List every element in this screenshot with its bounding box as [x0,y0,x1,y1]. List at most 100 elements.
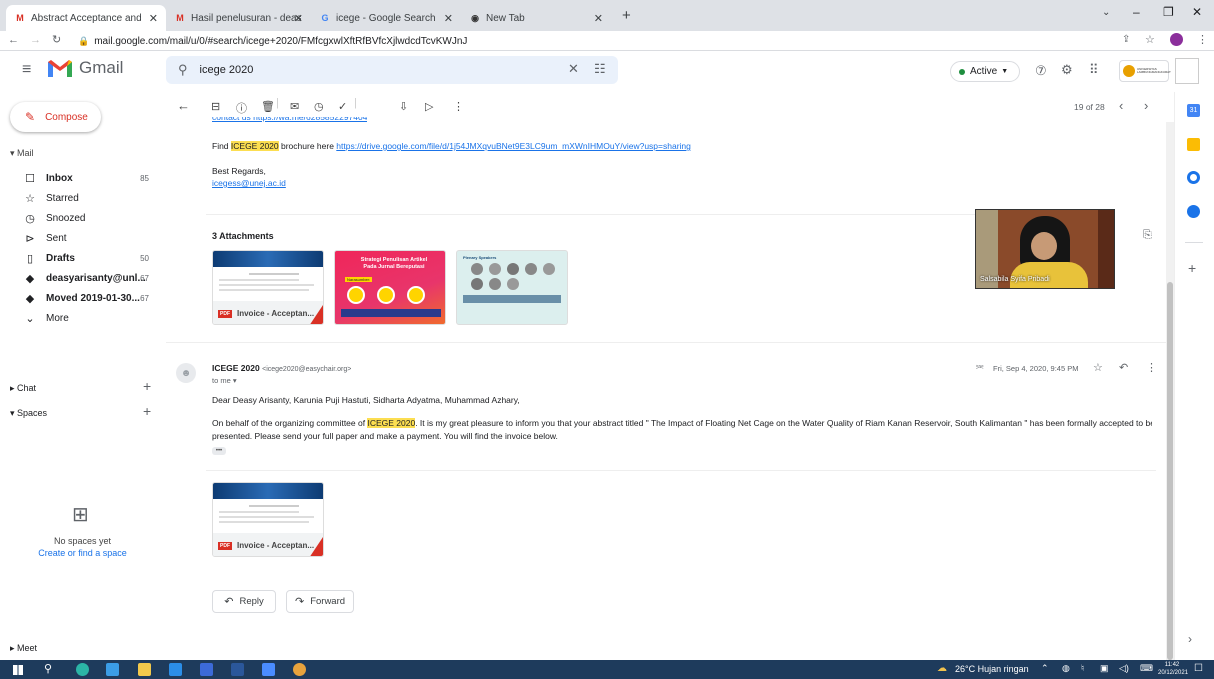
tab-search-icon[interactable]: ⌄ [1102,7,1110,18]
minimize-icon[interactable]: – [1133,5,1140,19]
mail-section-toggle[interactable]: ▾ Mail [10,148,34,159]
windows-start-icon[interactable] [13,665,23,675]
back-arrow-icon[interactable]: ← [177,98,190,113]
tasks-icon[interactable] [1187,171,1200,184]
org-logo[interactable]: UNIVERSITAS LAMBUNGMANGKURAT [1119,60,1171,82]
tab-new-tab[interactable]: ◉ New Tab ✕ [461,5,611,31]
sidebar-item-label-moved[interactable]: ◆ Moved 2019-01-30... 67 [0,288,165,308]
reload-icon[interactable]: ↻ [52,33,61,46]
mail-app-icon[interactable] [200,663,213,676]
weather-text[interactable]: 26°C Hujan ringan [955,664,1029,674]
settings-gear-icon[interactable]: ⚙ [1061,62,1073,78]
meet-section[interactable]: ▸ Meet [10,643,37,654]
close-tab-icon[interactable]: ✕ [149,12,158,25]
window-close-icon[interactable]: ✕ [1192,5,1202,19]
tab-abstract-acceptance[interactable]: M Abstract Acceptance and 2nd Pa ✕ [6,5,166,31]
brochure-link[interactable]: https://drive.google.com/file/d/1j54JMXq… [336,141,691,151]
volume-icon[interactable]: ◁) [1119,663,1129,674]
save-to-drive-icon[interactable]: ⎘ [1143,229,1152,242]
search-options-icon[interactable]: ☷ [594,61,606,77]
tab-google-search[interactable]: G icege - Google Search ✕ [311,5,461,31]
taskbar-search-icon[interactable]: ⚲ [44,662,52,675]
show-side-panel-icon[interactable]: › [1188,632,1192,646]
archive-icon[interactable]: ⊟ [211,100,220,113]
report-spam-icon[interactable]: ⓘ [236,100,247,116]
help-icon[interactable]: ⑦ [1035,63,1047,79]
newer-chevron-icon[interactable]: ‹ [1119,98,1123,113]
network-icon[interactable]: ◍ [1062,663,1070,674]
new-chat-plus-icon[interactable]: + [143,378,151,394]
maximize-icon[interactable]: ❐ [1163,5,1174,19]
display-icon[interactable]: ▣ [1100,663,1109,674]
show-hidden-icons-icon[interactable]: ⌃ [1041,663,1049,674]
sidebar-item-sent[interactable]: ⊳ Sent [0,228,165,248]
new-space-plus-icon[interactable]: + [143,403,151,419]
calendar-icon[interactable]: 31 [1187,104,1200,117]
apps-grid-icon[interactable]: ⠿ [1089,62,1099,78]
video-call-overlay[interactable]: Salsabila Syifa Pribadi [975,209,1115,289]
sidebar-item-starred[interactable]: ☆ Starred [0,188,165,208]
forward-button[interactable]: ↷ Forward [286,590,354,613]
chrome-taskbar-icon[interactable] [293,663,306,676]
sender-avatar[interactable]: ☻ [176,363,196,383]
sidebar-item-inbox[interactable]: ☐ Inbox 85 [0,168,165,188]
contacts-icon[interactable] [1187,205,1200,218]
attachment-poster-webinar[interactable]: Strategi Penulisan Artikel Pada Jurnal B… [334,250,446,325]
attachment-invoice-2[interactable]: PDF Invoice - Acceptan... [212,482,324,557]
sidebar-item-label-deasyarisanty[interactable]: ◆ deasyarisanty@unl... 67 [0,268,165,288]
snooze-icon[interactable]: ◷ [314,100,324,113]
chat-section[interactable]: ▸ Chat + [0,378,165,398]
delete-icon[interactable]: 🗑 [261,100,275,113]
star-icon[interactable]: ☆ [1093,361,1103,374]
notifications-icon[interactable]: ☐ [1194,663,1203,674]
close-tab-icon[interactable]: ✕ [594,12,603,25]
back-icon[interactable]: ← [8,34,19,46]
word-icon[interactable] [231,663,244,676]
task-view-icon[interactable] [106,663,119,676]
compose-button[interactable]: ✎ Compose [10,102,101,132]
forward-icon[interactable]: → [30,34,41,46]
edge-icon[interactable] [76,663,89,676]
message-more-icon[interactable]: ⋮ [1146,361,1157,374]
sidebar-item-more[interactable]: ⌄ More [0,308,165,328]
attachment-invoice-1[interactable]: PDF Invoice - Acceptan... [212,250,324,325]
move-to-icon[interactable]: ⇩ [399,100,408,113]
search-input[interactable]: icege 2020 [200,64,254,76]
status-dropdown[interactable]: Active ▼ [950,61,1020,82]
keep-icon[interactable] [1187,138,1200,151]
main-menu-icon[interactable]: ≡ [22,61,31,79]
bookmark-star-icon[interactable]: ☆ [1145,33,1155,46]
spaces-section[interactable]: ▾ Spaces + [0,403,165,423]
microphone-icon[interactable]: ♮ [1081,663,1084,674]
new-tab-button[interactable]: + [622,7,631,24]
create-space-link[interactable]: Create or find a space [0,548,165,558]
get-addons-plus-icon[interactable]: + [1188,260,1196,276]
sidebar-item-snoozed[interactable]: ◷ Snoozed [0,208,165,228]
older-chevron-icon[interactable]: › [1144,98,1148,113]
tab-hasil-penelusuran[interactable]: M Hasil penelusuran - deasyrsnt@ ✕ [166,5,311,31]
attachment-plenary-speakers[interactable]: Plenary Speakers [456,250,568,325]
recipients-toggle[interactable]: to me ▾ [212,376,237,385]
mark-unread-icon[interactable]: ✉ [290,100,299,113]
clear-search-icon[interactable]: ✕ [568,61,579,77]
gmail-logo[interactable]: Gmail [47,58,123,78]
store-icon[interactable] [169,663,182,676]
sidebar-item-drafts[interactable]: ▯ Drafts 50 [0,248,165,268]
add-to-tasks-icon[interactable]: ✓ [338,100,347,113]
label-tag-icon[interactable]: ▷ [425,100,433,113]
contact-email-link[interactable]: icegess@unej.ac.id [212,178,286,188]
keyboard-icon[interactable]: ⌨ [1140,663,1153,674]
zoom-icon[interactable] [262,663,275,676]
account-image-icon[interactable] [1175,58,1199,84]
scrollbar-thumb[interactable] [1167,282,1173,660]
search-icon[interactable]: ⚲ [178,62,188,78]
file-explorer-icon[interactable] [138,663,151,676]
reply-button[interactable]: ↶ Reply [212,590,276,613]
show-trimmed-content-button[interactable]: ••• [212,447,226,455]
search-bar[interactable]: ⚲ icege 2020 ✕ ☷ [166,56,618,84]
url-field[interactable]: 🔒 mail.google.com/mail/u/0/#search/icege… [78,33,1158,49]
contact-link-cut[interactable]: contact us https://wa.me/6285852297404 [212,117,367,122]
reply-icon[interactable]: ↶ [1119,361,1128,374]
clock[interactable]: 11:42 20/12/2021 [1158,661,1188,677]
close-tab-icon[interactable]: ✕ [444,12,453,25]
